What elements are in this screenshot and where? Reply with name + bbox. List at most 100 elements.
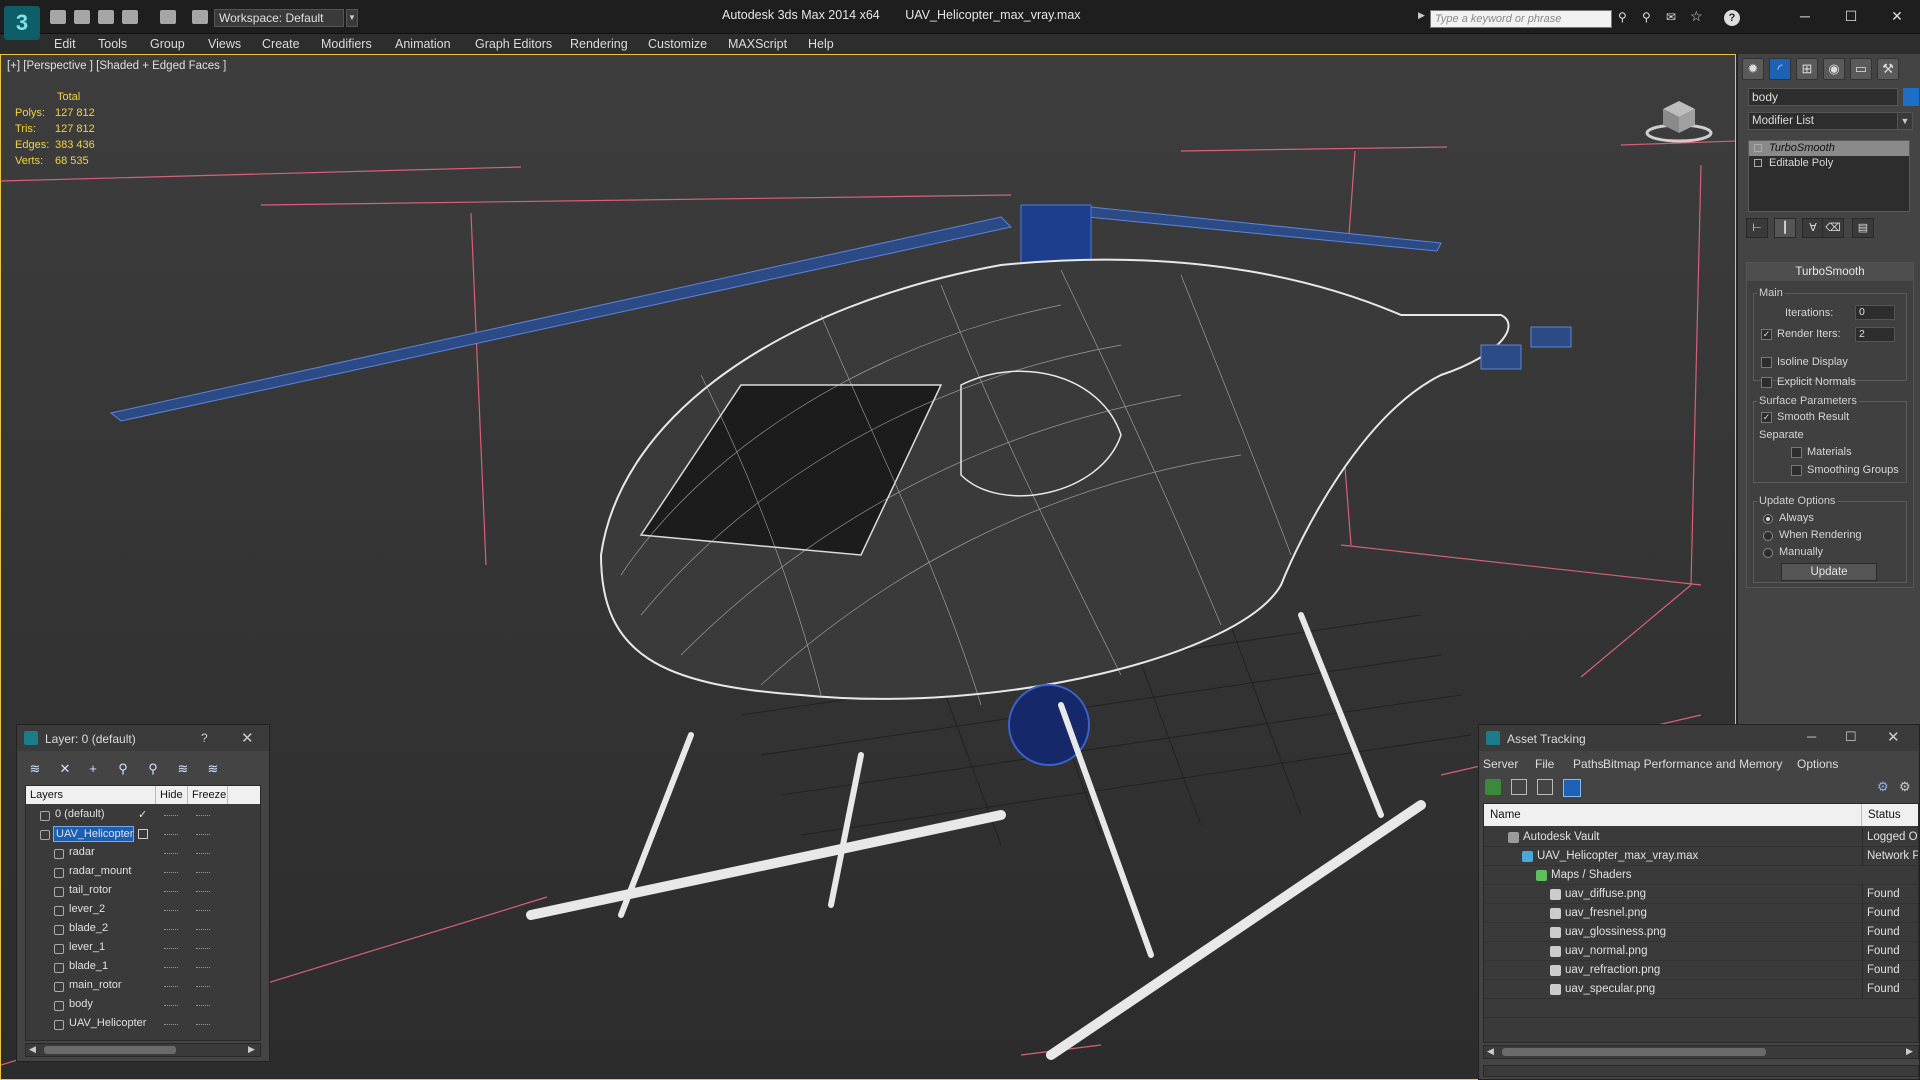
asset-path-field[interactable] xyxy=(1483,1065,1919,1077)
scroll-right-icon[interactable]: ▶ xyxy=(1906,1046,1913,1057)
help-icon[interactable]: ? xyxy=(1724,10,1740,26)
layer-row[interactable]: main_rotor xyxy=(26,977,260,996)
configure-sets-icon[interactable]: ▤ xyxy=(1852,218,1874,238)
set-current-layer-icon[interactable] xyxy=(138,829,148,839)
menu-edit[interactable]: Edit xyxy=(54,37,76,51)
utilities-tab-icon[interactable]: ⚒ xyxy=(1877,58,1899,80)
menu-help[interactable]: Help xyxy=(808,37,834,51)
scroll-left-icon[interactable]: ◀ xyxy=(29,1044,36,1055)
layer-row[interactable]: radar_mount xyxy=(26,863,260,882)
render-iters-checkbox[interactable]: ✓ xyxy=(1761,329,1772,340)
viewport-label[interactable]: [+] [Perspective ] [Shaded + Edged Faces… xyxy=(7,60,226,72)
scroll-thumb[interactable] xyxy=(1502,1048,1766,1056)
menu-customize[interactable]: Customize xyxy=(648,37,707,51)
freeze-toggle[interactable] xyxy=(196,872,210,874)
list-view-icon[interactable] xyxy=(1511,779,1527,795)
object-color-swatch[interactable] xyxy=(1903,88,1919,106)
close-icon[interactable]: ✕ xyxy=(241,729,254,747)
scroll-thumb[interactable] xyxy=(44,1046,176,1054)
object-name-field[interactable]: body xyxy=(1748,88,1898,106)
layer-row[interactable]: UAV_Helicopter xyxy=(26,1015,260,1034)
make-unique-icon[interactable]: ∀ xyxy=(1802,218,1824,238)
search-input[interactable]: Type a keyword or phrase xyxy=(1430,10,1612,28)
motion-tab-icon[interactable]: ◉ xyxy=(1823,58,1845,80)
expand-search-icon[interactable]: ▶ xyxy=(1418,10,1425,21)
undo-icon[interactable] xyxy=(122,10,138,24)
layer-horizontal-scrollbar[interactable]: ◀ ▶ xyxy=(25,1043,261,1057)
select-objects-icon[interactable]: ⚲ xyxy=(113,759,133,779)
viewcube-icon[interactable] xyxy=(1643,93,1713,143)
layer-row[interactable]: lever_2 xyxy=(26,901,260,920)
menu-animation[interactable]: Animation xyxy=(395,37,451,51)
render-iters-spinner[interactable]: 2 xyxy=(1855,327,1895,342)
asset-row[interactable]: Maps / Shaders xyxy=(1484,866,1918,885)
iterations-spinner[interactable]: 0 xyxy=(1855,305,1895,320)
col-hide[interactable]: Hide xyxy=(156,786,188,804)
freeze-toggle[interactable] xyxy=(196,1024,210,1026)
favorites-star-icon[interactable]: ☆ xyxy=(1690,8,1704,24)
asset-menu-file[interactable]: File xyxy=(1535,757,1554,771)
freeze-all-icon[interactable]: ≋ xyxy=(203,759,223,779)
new-layer-icon[interactable]: ≋ xyxy=(25,759,45,779)
explicit-normals-checkbox[interactable] xyxy=(1761,377,1772,388)
asset-menu-bitmap[interactable]: Bitmap Performance and Memory xyxy=(1603,757,1782,771)
communication-icon[interactable]: ✉ xyxy=(1666,10,1680,24)
help-icon[interactable]: ? xyxy=(201,731,208,745)
hide-toggle[interactable] xyxy=(164,967,178,969)
layer-row[interactable]: 0 (default) ✓ xyxy=(26,806,260,825)
asset-horizontal-scrollbar[interactable]: ◀ ▶ xyxy=(1483,1045,1919,1059)
hide-all-icon[interactable]: ≋ xyxy=(173,759,193,779)
asset-row[interactable]: uav_normal.png Found xyxy=(1484,942,1918,961)
new-file-icon[interactable] xyxy=(50,10,66,24)
modifier-list-dropdown[interactable]: Modifier List xyxy=(1748,112,1908,130)
close-icon[interactable]: ✕ xyxy=(1887,728,1900,746)
col-status[interactable]: Status xyxy=(1862,804,1918,826)
stack-item-turbosmooth[interactable]: TurboSmooth xyxy=(1749,141,1909,156)
light-bulb-icon[interactable] xyxy=(1754,144,1762,152)
maximize-icon[interactable]: ☐ xyxy=(1836,6,1866,26)
asset-menu-server[interactable]: Server xyxy=(1483,757,1518,771)
hide-toggle[interactable] xyxy=(164,910,178,912)
asset-menu-paths[interactable]: Paths xyxy=(1573,757,1604,771)
hide-toggle[interactable] xyxy=(164,929,178,931)
freeze-toggle[interactable] xyxy=(196,910,210,912)
menu-views[interactable]: Views xyxy=(208,37,241,51)
freeze-toggle[interactable] xyxy=(196,1005,210,1007)
vault-login-icon[interactable]: ⚙ xyxy=(1877,779,1893,795)
hide-toggle[interactable] xyxy=(164,853,178,855)
layer-row[interactable]: blade_2 xyxy=(26,920,260,939)
settings-icon[interactable]: ⚙ xyxy=(1899,779,1915,795)
chevron-down-icon[interactable]: ▼ xyxy=(1897,112,1913,130)
workspace-select[interactable]: Workspace: Default xyxy=(214,9,344,27)
current-layer-check-icon[interactable]: ✓ xyxy=(138,806,147,825)
freeze-toggle[interactable] xyxy=(196,815,210,817)
refresh-icon[interactable] xyxy=(1485,779,1501,795)
thumbnail-view-icon[interactable] xyxy=(1537,779,1553,795)
menu-maxscript[interactable]: MAXScript xyxy=(728,37,787,51)
asset-row[interactable]: uav_diffuse.png Found xyxy=(1484,885,1918,904)
delete-layer-icon[interactable]: ✕ xyxy=(55,759,75,779)
table-view-icon[interactable] xyxy=(1563,779,1581,797)
menu-group[interactable]: Group xyxy=(150,37,185,51)
menu-tools[interactable]: Tools xyxy=(98,37,127,51)
smooth-result-checkbox[interactable]: ✓ xyxy=(1761,412,1772,423)
freeze-toggle[interactable] xyxy=(196,853,210,855)
when-rendering-radio[interactable] xyxy=(1763,531,1773,541)
layer-dialog-titlebar[interactable]: Layer: 0 (default) ? ✕ xyxy=(17,725,269,751)
binoculars-icon[interactable]: ⚲ xyxy=(1618,10,1632,24)
scroll-right-icon[interactable]: ▶ xyxy=(248,1044,255,1055)
asset-row[interactable]: uav_refraction.png Found xyxy=(1484,961,1918,980)
rollout-header[interactable]: TurboSmooth xyxy=(1747,263,1913,281)
modify-tab-icon[interactable]: ◜ xyxy=(1769,58,1791,80)
asset-row[interactable]: UAV_Helicopter_max_vray.max Network Path xyxy=(1484,847,1918,866)
hide-toggle[interactable] xyxy=(164,948,178,950)
stack-item-editable-poly[interactable]: Editable Poly xyxy=(1749,156,1909,171)
smoothing-groups-checkbox[interactable] xyxy=(1791,465,1802,476)
col-freeze[interactable]: Freeze xyxy=(188,786,228,804)
layer-row[interactable]: lever_1 xyxy=(26,939,260,958)
hide-toggle[interactable] xyxy=(164,834,178,836)
hide-toggle[interactable] xyxy=(164,1024,178,1026)
close-icon[interactable]: ✕ xyxy=(1882,6,1912,26)
add-to-layer-icon[interactable]: + xyxy=(83,759,103,779)
freeze-toggle[interactable] xyxy=(196,929,210,931)
